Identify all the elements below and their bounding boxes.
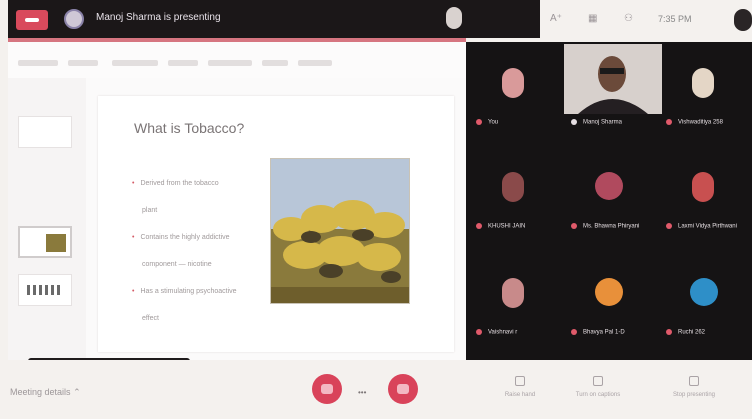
stop-presenting-button[interactable]: Stop presenting <box>664 376 724 399</box>
participant-name: Ms. Bhawna Phiryani <box>583 224 640 230</box>
participant-avatar <box>502 172 524 202</box>
more-options-icon[interactable]: ••• <box>358 388 366 397</box>
slide-thumbnail <box>18 274 72 306</box>
slide-canvas: What is Tobacco? Derived from the tobacc… <box>98 96 454 352</box>
mic-off-icon <box>666 119 672 126</box>
participant-avatar <box>502 278 524 308</box>
hand-icon <box>515 376 525 386</box>
bullet-line: effect <box>142 315 159 322</box>
participant-avatar <box>690 278 718 306</box>
slide-thumbnail <box>18 116 72 148</box>
participant-avatar <box>595 278 623 306</box>
participant-grid: You Manoj Sharma Vishwaditiya 258 KHUSHI… <box>466 42 752 360</box>
bullet-line: Derived from the tobacco <box>132 170 262 197</box>
participant-name: Manoj Sharma <box>583 120 623 126</box>
participant-tile[interactable]: Manoj Sharma <box>561 42 656 136</box>
participant-avatar <box>595 172 623 200</box>
mic-off-icon <box>666 223 672 230</box>
presenting-label: Manoj Sharma is presenting <box>96 12 221 23</box>
meeting-controls-bar: Meeting details ⌃ ••• Raise hand Turn on… <box>0 360 752 419</box>
participant-avatar <box>692 172 714 202</box>
recording-badge <box>16 10 48 30</box>
header-tools: A⁺ ▦ ⚇ 7:35 PM <box>540 0 752 38</box>
mic-off-icon <box>571 329 577 336</box>
participant-tile[interactable]: Ruchi 262 <box>656 252 751 346</box>
pin-icon <box>571 119 577 126</box>
captions-label: Turn on captions <box>575 392 621 398</box>
bullet-line: Contains the highly addictive <box>132 224 262 251</box>
user-avatar[interactable] <box>734 9 752 31</box>
participant-tile[interactable]: You <box>466 42 561 136</box>
participant-tile[interactable]: KHUSHI JAIN <box>466 146 561 240</box>
meeting-details-button[interactable]: Meeting details ⌃ <box>10 387 81 398</box>
stop-presenting-label: Stop presenting <box>672 392 716 398</box>
participant-name: KHUSHI JAIN <box>488 224 526 230</box>
participant-avatar <box>502 68 524 98</box>
captions-button[interactable]: Turn on captions <box>568 376 628 399</box>
ppt-ribbon <box>8 42 466 78</box>
mic-off-icon <box>476 223 482 230</box>
slide-thumbnail-selected <box>18 226 72 258</box>
people-icon[interactable]: A⁺ <box>550 13 562 24</box>
participant-name: You <box>488 120 499 126</box>
raise-hand-button[interactable]: Raise hand <box>490 376 550 399</box>
microphone-off-icon <box>321 384 333 394</box>
participant-avatar <box>692 68 714 98</box>
meeting-details-label: Meeting details <box>10 387 71 397</box>
participant-name: Bhavya Pal 1-D <box>583 330 625 336</box>
bullet-line: Has a stimulating psychoactive <box>132 278 262 305</box>
mic-off-icon <box>571 223 577 230</box>
clock: 7:35 PM <box>658 14 692 24</box>
participant-name: Ruchi 262 <box>678 330 706 336</box>
participant-name: Vishwaditiya 258 <box>678 120 723 126</box>
bullet-line: plant <box>142 207 158 214</box>
tobacco-plant-image <box>270 158 410 304</box>
participant-name: Laxmi Vidya Pirthwani <box>678 224 737 230</box>
slide-bullets: Derived from the tobacco plant Contains … <box>132 170 262 332</box>
participant-tile[interactable]: Bhavya Pal 1-D <box>561 252 656 346</box>
chevron-up-icon: ⌃ <box>73 387 81 397</box>
mic-off-icon <box>476 329 482 336</box>
present-icon <box>689 376 699 386</box>
camera-off-icon <box>397 384 409 394</box>
mic-off-icon <box>666 329 672 336</box>
camera-off-button[interactable] <box>388 374 418 404</box>
slide-title: What is Tobacco? <box>134 120 245 136</box>
presenter-avatar <box>64 9 84 29</box>
participant-tile[interactable]: Ms. Bhawna Phiryani <box>561 146 656 240</box>
participant-tile[interactable]: Vishwaditiya 258 <box>656 42 751 136</box>
share-avatar <box>446 7 462 29</box>
grid-icon[interactable]: ▦ <box>588 13 597 24</box>
captions-icon <box>593 376 603 386</box>
bullet-line: component — nicotine <box>142 261 212 268</box>
mic-off-icon <box>476 119 482 126</box>
person-icon[interactable]: ⚇ <box>624 13 633 24</box>
shared-screen: What is Tobacco? Derived from the tobacc… <box>8 42 466 386</box>
participant-tile[interactable]: Vaishnavi r <box>466 252 561 346</box>
participant-name: Vaishnavi r <box>488 330 518 336</box>
participant-tile[interactable]: Laxmi Vidya Pirthwani <box>656 146 751 240</box>
raise-hand-label: Raise hand <box>504 392 536 398</box>
microphone-off-button[interactable] <box>312 374 342 404</box>
slide-thumbnails <box>8 78 86 360</box>
